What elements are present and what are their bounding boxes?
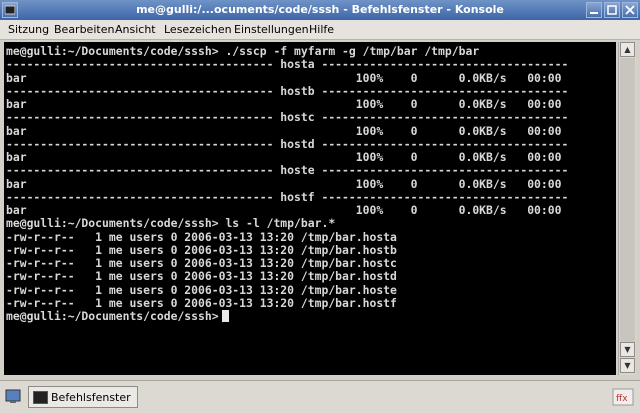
scroll-down-button[interactable]: ▼ xyxy=(620,342,635,357)
minimize-icon xyxy=(590,12,598,14)
window-title: me@gulli:/...ocuments/code/sssh - Befehl… xyxy=(136,3,504,16)
taskbar-konsole-button[interactable]: Befehlsfenster xyxy=(28,386,138,408)
menu-hilfe[interactable]: Hilfe xyxy=(309,23,334,36)
maximize-icon xyxy=(607,5,617,15)
close-icon xyxy=(625,5,635,15)
terminal-icon xyxy=(33,391,48,404)
close-button[interactable] xyxy=(622,2,638,18)
menu-sitzung[interactable]: Sitzung xyxy=(8,23,49,36)
menu-lesezeichen[interactable]: Lesezeichen xyxy=(164,23,232,36)
window-titlebar[interactable]: me@gulli:/...ocuments/code/sssh - Befehl… xyxy=(0,0,640,20)
terminal-prompt: me@gulli:~/Documents/code/sssh> xyxy=(6,309,219,323)
scrollbar-track[interactable] xyxy=(620,58,635,342)
scroll-up-button[interactable]: ▲ xyxy=(620,42,635,57)
system-tray-icon[interactable]: ffx xyxy=(612,388,634,406)
taskbar: Befehlsfenster ffx xyxy=(0,380,640,413)
menu-einstellungen[interactable]: Einstellungen xyxy=(234,23,309,36)
maximize-button[interactable] xyxy=(604,2,620,18)
menu-ansicht[interactable]: Ansicht xyxy=(115,23,156,36)
minimize-button[interactable] xyxy=(586,2,602,18)
terminal-output: me@gulli:~/Documents/code/sssh> ./sscp -… xyxy=(6,44,569,323)
taskbar-konsole-label: Befehlsfenster xyxy=(51,391,131,404)
menu-bearbeiten[interactable]: Bearbeiten xyxy=(54,23,114,36)
terminal-scrollbar[interactable]: ▲ ▼ ▼ xyxy=(618,42,636,375)
svg-text:ffx: ffx xyxy=(616,394,628,404)
scroll-down-button-2[interactable]: ▼ xyxy=(620,358,635,373)
show-desktop-icon[interactable] xyxy=(4,387,22,405)
menu-bar: Sitzung Bearbeiten Ansicht Lesezeichen E… xyxy=(0,20,640,40)
text-cursor xyxy=(221,310,229,322)
terminal-area[interactable]: me@gulli:~/Documents/code/sssh> ./sscp -… xyxy=(4,42,616,375)
